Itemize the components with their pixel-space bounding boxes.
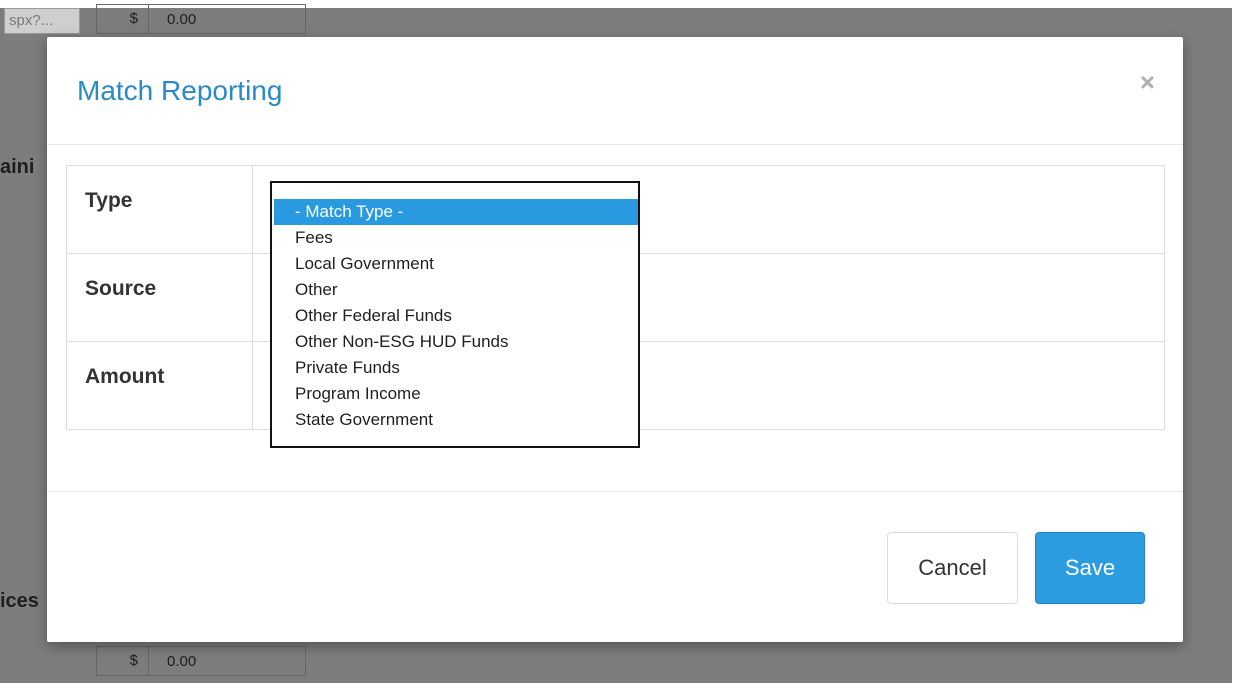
close-icon[interactable]: × xyxy=(1140,67,1155,98)
amount-value: 0.00 xyxy=(167,10,197,28)
amount-value: 0.00 xyxy=(167,652,197,670)
type-label: Type xyxy=(66,165,253,254)
dropdown-option-private-funds[interactable]: Private Funds xyxy=(274,355,638,381)
currency-symbol: $ xyxy=(97,647,149,675)
background-label-fragment: ices xyxy=(0,590,39,612)
dropdown-option-other-federal-funds[interactable]: Other Federal Funds xyxy=(274,303,638,329)
modal-footer: Cancel Save xyxy=(47,491,1183,642)
dropdown-option-other[interactable]: Other xyxy=(274,277,638,303)
url-tooltip: spx?... xyxy=(4,8,80,34)
dropdown-option-state-government[interactable]: State Government xyxy=(274,407,638,433)
background-label-fragment: aini xyxy=(0,156,35,178)
match-type-dropdown-list[interactable]: - Match Type - Fees Local Government Oth… xyxy=(270,181,640,448)
modal-header: Match Reporting × xyxy=(47,37,1183,145)
dropdown-option-program-income[interactable]: Program Income xyxy=(274,381,638,407)
save-button[interactable]: Save xyxy=(1035,532,1145,604)
cancel-button[interactable]: Cancel xyxy=(887,532,1018,604)
dropdown-options: - Match Type - Fees Local Government Oth… xyxy=(274,199,638,433)
background-amount-input-bottom: $ 0.00 xyxy=(96,646,306,676)
currency-symbol: $ xyxy=(97,5,149,33)
amount-label: Amount xyxy=(66,341,253,430)
dropdown-option-match-type[interactable]: - Match Type - xyxy=(274,199,638,225)
background-amount-input-top: $ 0.00 xyxy=(96,4,306,34)
modal-title: Match Reporting xyxy=(77,75,283,106)
dropdown-option-fees[interactable]: Fees xyxy=(274,225,638,251)
dropdown-option-local-government[interactable]: Local Government xyxy=(274,251,638,277)
source-label: Source xyxy=(66,253,253,342)
dropdown-option-other-non-esg-hud-funds[interactable]: Other Non-ESG HUD Funds xyxy=(274,329,638,355)
window-edge-right xyxy=(1232,0,1236,683)
